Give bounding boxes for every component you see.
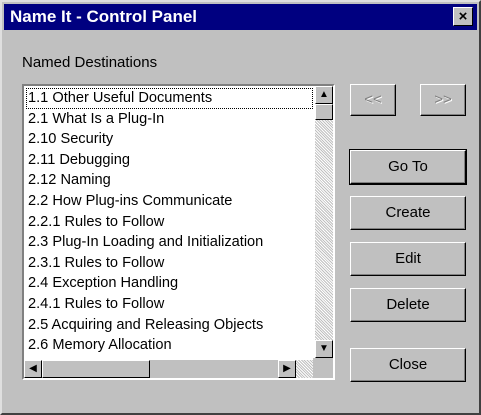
scroll-down-button[interactable]: ▼ <box>315 340 333 358</box>
named-destinations-list[interactable]: 1.1 Other Useful Documents 2.1 What Is a … <box>22 84 335 380</box>
list-item[interactable]: 2.10 Security <box>26 129 313 150</box>
vertical-scroll-track[interactable] <box>315 120 333 340</box>
list-item[interactable]: 1.1 Other Useful Documents <box>26 88 313 109</box>
next-button[interactable]: >> <box>420 84 466 116</box>
delete-label: Delete <box>386 296 430 313</box>
list-item[interactable]: 2.4.1 Rules to Follow <box>26 294 313 315</box>
triangle-left-icon: ◀ <box>29 363 37 374</box>
list-item[interactable]: 2.1 What Is a Plug-In <box>26 109 313 130</box>
triangle-right-icon: ▶ <box>283 363 291 374</box>
list-item[interactable]: 2.11 Debugging <box>26 150 313 171</box>
vertical-scroll-thumb[interactable] <box>315 104 333 120</box>
list-item[interactable]: 2.3 Plug-In Loading and Initialization <box>26 232 313 253</box>
go-to-button[interactable]: Go To <box>349 149 467 185</box>
list-item[interactable]: 2.6 Memory Allocation <box>26 335 313 356</box>
triangle-up-icon: ▲ <box>319 89 329 100</box>
window-title: Name It - Control Panel <box>10 7 198 26</box>
next-label: >> <box>434 91 452 108</box>
list-items: 1.1 Other Useful Documents 2.1 What Is a … <box>26 88 313 358</box>
list-item[interactable]: 2.3.1 Rules to Follow <box>26 253 313 274</box>
create-button[interactable]: Create <box>350 196 466 230</box>
list-item[interactable]: 2.4 Exception Handling <box>26 273 313 294</box>
list-item[interactable]: 2.2.1 Rules to Follow <box>26 212 313 233</box>
delete-button[interactable]: Delete <box>350 288 466 322</box>
scrollbar-corner <box>313 358 333 378</box>
close-label: Close <box>388 356 428 373</box>
list-item[interactable]: 2.5 Acquiring and Releasing Objects <box>26 315 313 336</box>
control-panel-dialog: Name It - Control Panel × Named Destinat… <box>0 0 481 415</box>
create-label: Create <box>385 204 431 221</box>
scroll-up-button[interactable]: ▲ <box>315 86 333 104</box>
close-icon: × <box>458 8 468 25</box>
list-item[interactable]: 2.2 How Plug-ins Communicate <box>26 191 313 212</box>
list-item[interactable]: 2.12 Naming <box>26 170 313 191</box>
close-window-button[interactable]: × <box>453 7 473 26</box>
scroll-right-button[interactable]: ▶ <box>278 360 296 378</box>
close-button[interactable]: Close <box>350 348 466 382</box>
previous-button[interactable]: << <box>350 84 396 116</box>
horizontal-scroll-thumb[interactable] <box>42 360 150 378</box>
go-to-label: Go To <box>388 158 428 175</box>
named-destinations-label: Named Destinations <box>22 54 158 71</box>
triangle-down-icon: ▼ <box>319 343 329 354</box>
previous-label: << <box>364 91 382 108</box>
vertical-scrollbar[interactable]: ▲ ▼ <box>315 86 333 358</box>
title-bar: Name It - Control Panel × <box>4 4 477 30</box>
edit-label: Edit <box>395 250 421 267</box>
scroll-left-button[interactable]: ◀ <box>24 360 42 378</box>
horizontal-scrollbar[interactable]: ◀ ▶ <box>24 360 313 378</box>
edit-button[interactable]: Edit <box>350 242 466 276</box>
horizontal-scroll-track[interactable] <box>296 360 313 378</box>
